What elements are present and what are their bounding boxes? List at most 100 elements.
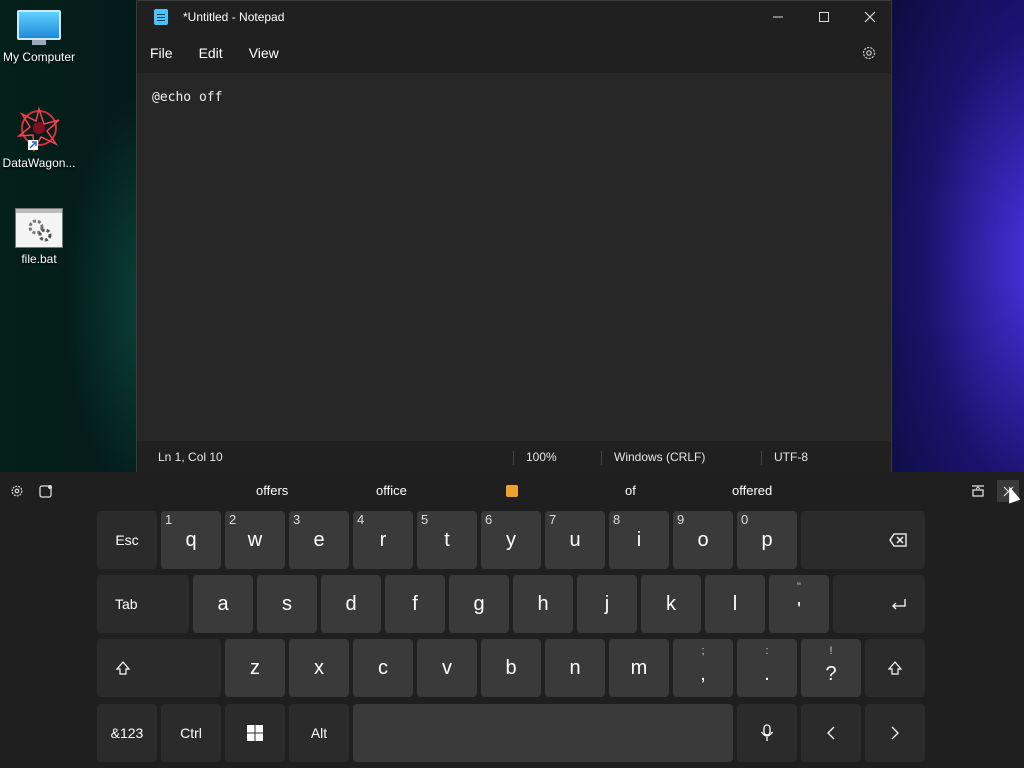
key-e[interactable]: 3e (289, 511, 349, 569)
key-backspace[interactable] (801, 511, 925, 569)
suggestion-of[interactable]: of (625, 483, 636, 498)
key-shift-right[interactable] (865, 639, 925, 697)
key-label: z (250, 656, 260, 679)
key-label: g (473, 592, 485, 615)
computer-icon (17, 10, 61, 46)
key-t[interactable]: 5t (417, 511, 477, 569)
key-u[interactable]: 7u (545, 511, 605, 569)
key-f[interactable]: f (385, 575, 445, 633)
suggestion-office[interactable]: office (376, 483, 407, 498)
key-q[interactable]: 1q (161, 511, 221, 569)
menu-view[interactable]: View (236, 45, 292, 61)
key-b[interactable]: b (481, 639, 541, 697)
key-period[interactable]: :. (737, 639, 797, 697)
key-label: m (630, 656, 648, 679)
key-voice-typing[interactable] (737, 704, 797, 762)
key-label: r (379, 528, 387, 551)
key-y[interactable]: 6y (481, 511, 541, 569)
key-number: 2 (229, 512, 237, 527)
key-tab[interactable]: Tab (97, 575, 189, 633)
key-j[interactable]: j (577, 575, 637, 633)
key-n[interactable]: n (545, 639, 605, 697)
key-w[interactable]: 2w (225, 511, 285, 569)
key-number: 6 (485, 512, 493, 527)
menu-file[interactable]: File (137, 45, 186, 61)
minimize-icon (773, 16, 783, 18)
minimize-button[interactable] (755, 1, 801, 33)
office-emoji-suggestion[interactable] (504, 483, 520, 499)
suggestion-offers[interactable]: offers (256, 483, 288, 498)
zoom-level: 100% (526, 450, 557, 464)
key-z[interactable]: z (225, 639, 285, 697)
desktop-icon-my-computer[interactable]: My Computer (0, 10, 78, 64)
maximize-button[interactable] (801, 1, 847, 33)
windows-logo-icon (247, 725, 263, 741)
title-bar[interactable]: *Untitled - Notepad (137, 1, 891, 33)
key-number: 3 (293, 512, 301, 527)
key-label: d (345, 592, 357, 615)
close-button[interactable] (847, 1, 893, 33)
desktop-icon-file-bat[interactable]: file.bat (0, 208, 78, 266)
microphone-icon (760, 724, 774, 741)
status-bar: Ln 1, Col 10 100% Windows (CRLF) UTF-8 (137, 441, 891, 473)
key-enter[interactable] (833, 575, 925, 633)
key-apostrophe[interactable]: " ' (769, 575, 829, 633)
key-number: 0 (741, 512, 749, 527)
key-k[interactable]: k (641, 575, 701, 633)
key-ctrl[interactable]: Ctrl (161, 704, 221, 762)
key-alt[interactable]: Alt (289, 704, 349, 762)
key-number: 1 (165, 512, 173, 527)
emoji-panel-button[interactable] (38, 483, 54, 499)
key-c[interactable]: c (353, 639, 413, 697)
key-label: k (666, 592, 676, 615)
key-label: v (442, 656, 452, 679)
window-title: *Untitled - Notepad (183, 10, 285, 24)
key-v[interactable]: v (417, 639, 477, 697)
key-g[interactable]: g (449, 575, 509, 633)
key-o[interactable]: 9o (673, 511, 733, 569)
key-p[interactable]: 0p (737, 511, 797, 569)
key-arrow-right[interactable] (865, 704, 925, 762)
key-s[interactable]: s (257, 575, 317, 633)
key-i[interactable]: 8i (609, 511, 669, 569)
key-l[interactable]: l (705, 575, 765, 633)
key-esc[interactable]: Esc (97, 511, 157, 569)
shift-icon (115, 661, 131, 675)
chevron-right-icon (891, 726, 899, 740)
key-h[interactable]: h (513, 575, 573, 633)
key-number: 4 (357, 512, 365, 527)
settings-gear-icon[interactable] (861, 45, 877, 61)
dock-keyboard-button[interactable] (970, 483, 986, 499)
key-shift-left[interactable] (97, 639, 221, 697)
menu-bar: File Edit View (137, 33, 891, 73)
suggestion-offered[interactable]: offered (732, 483, 772, 498)
cursor-position: Ln 1, Col 10 (158, 450, 223, 464)
key-question[interactable]: !? (801, 639, 861, 697)
key-symbols[interactable]: &123 (97, 704, 157, 762)
desktop-icon-datawagon[interactable]: DataWagon... (0, 106, 78, 170)
key-m[interactable]: m (609, 639, 669, 697)
key-windows[interactable] (225, 704, 285, 762)
key-number: 9 (677, 512, 685, 527)
key-space[interactable] (353, 704, 733, 762)
key-label: q (185, 528, 197, 551)
shift-icon (887, 661, 903, 675)
key-label: &123 (110, 725, 144, 741)
key-r[interactable]: 4r (353, 511, 413, 569)
key-d[interactable]: d (321, 575, 381, 633)
key-shift-label: : (765, 645, 769, 657)
key-label: ' (797, 598, 801, 621)
briefcase-emoji-icon (506, 485, 518, 497)
key-label: a (217, 592, 229, 615)
key-x[interactable]: x (289, 639, 349, 697)
key-label: o (697, 528, 709, 551)
key-label: ? (825, 662, 837, 685)
key-label: x (314, 656, 324, 679)
key-a[interactable]: a (193, 575, 253, 633)
menu-edit[interactable]: Edit (186, 45, 236, 61)
text-editor[interactable]: @echo off (137, 73, 891, 441)
keyboard-settings-button[interactable] (9, 483, 25, 499)
key-comma[interactable]: ;, (673, 639, 733, 697)
key-arrow-left[interactable] (801, 704, 861, 762)
key-label: w (247, 528, 263, 551)
